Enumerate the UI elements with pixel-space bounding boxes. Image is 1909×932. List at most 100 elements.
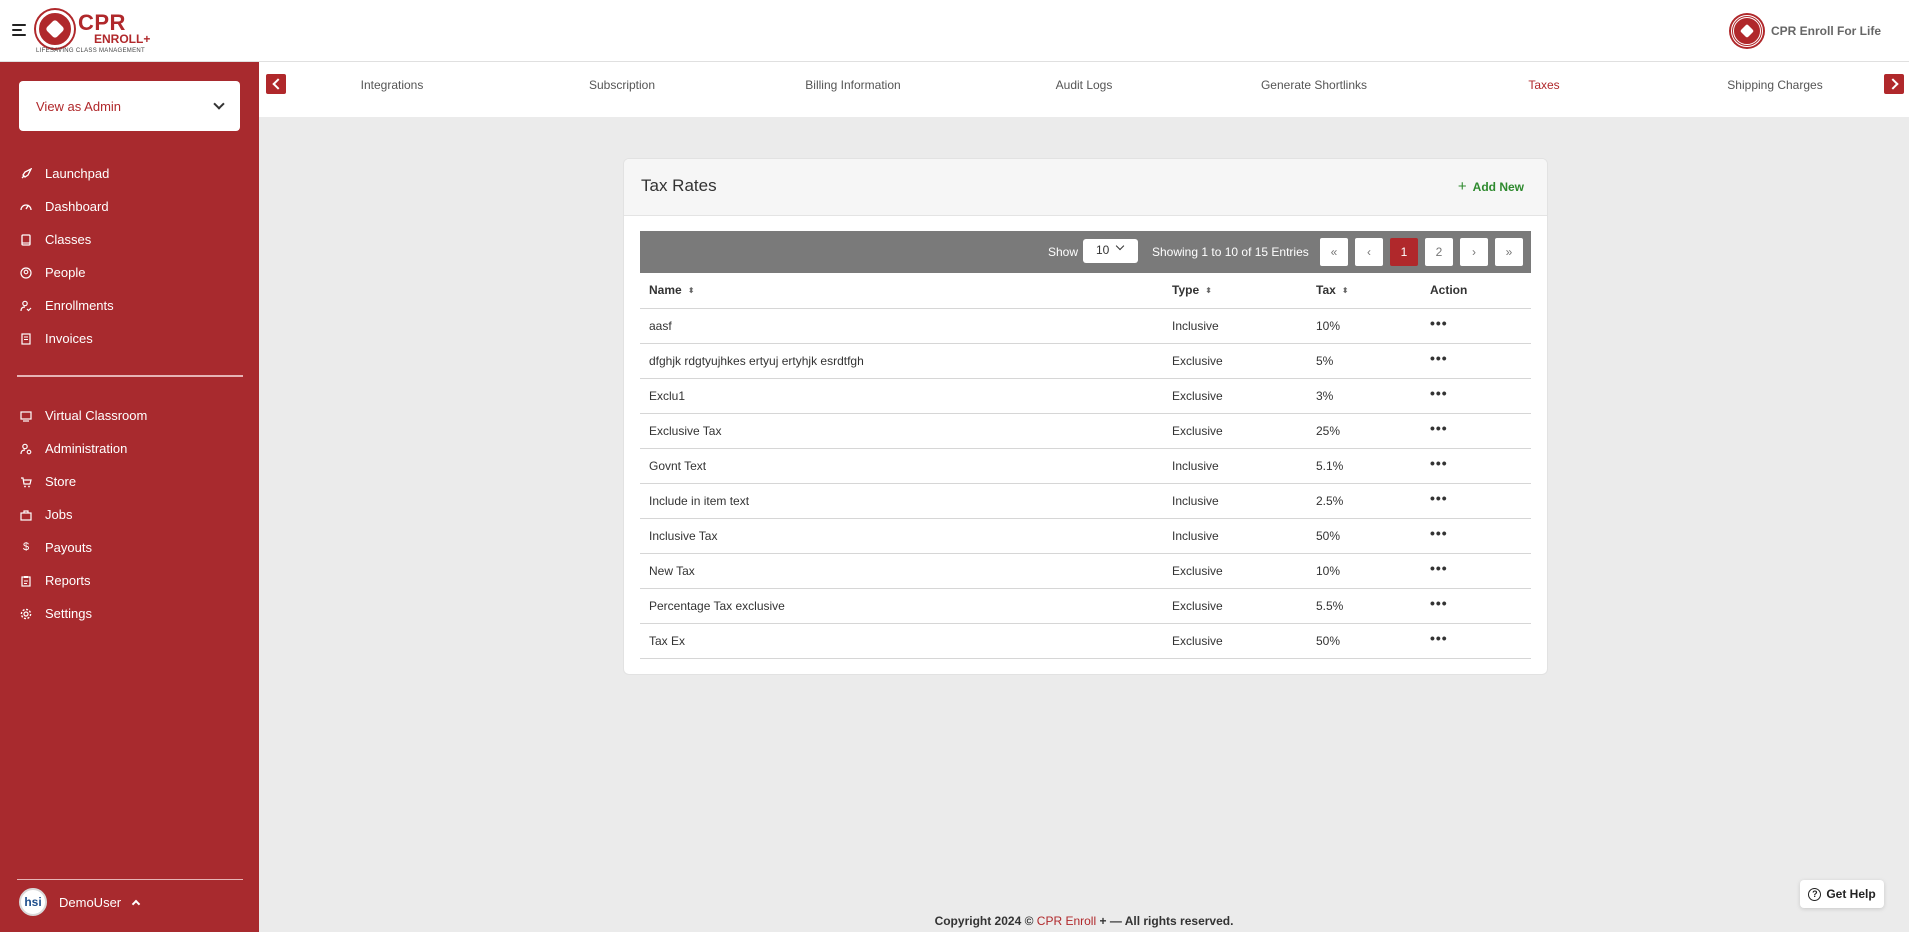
previous-page-button[interactable]: ‹ (1355, 238, 1383, 266)
cell-type: Exclusive (1163, 413, 1307, 449)
table-row: Percentage Tax exclusive Exclusive 5.5% … (640, 588, 1531, 624)
sidebar-item-enrollments[interactable]: Enrollments (0, 289, 259, 322)
sidebar-item-people[interactable]: People (0, 256, 259, 289)
book-icon (20, 233, 32, 246)
get-help-label: Get Help (1826, 887, 1876, 901)
sort-icon: ⬍ (1205, 286, 1212, 296)
user-menu[interactable]: hsi DemoUser (19, 888, 141, 916)
table-row: Govnt Text Inclusive 5.1% ••• (640, 448, 1531, 484)
tabs-scroll-right-button[interactable] (1884, 74, 1904, 94)
row-actions-button[interactable]: ••• (1430, 315, 1448, 331)
sidebar-item-label: Settings (45, 606, 92, 621)
row-actions-button[interactable]: ••• (1430, 385, 1448, 401)
page-size-select[interactable]: 10 (1083, 239, 1138, 263)
tab-audit-logs[interactable]: Audit Logs (1056, 78, 1113, 92)
admin-icon (20, 443, 32, 455)
pagination: « ‹ 1 2 › » (1320, 238, 1523, 266)
tabs-scroll-left-button[interactable] (266, 74, 286, 94)
avatar: hsi (19, 888, 47, 916)
column-label: Action (1430, 283, 1468, 298)
page-1-button[interactable]: 1 (1390, 238, 1418, 266)
cell-name: Tax Ex (640, 623, 1163, 659)
row-actions-button[interactable]: ••• (1430, 525, 1448, 541)
dollar-icon: $ (22, 541, 30, 553)
user-divider (17, 879, 243, 880)
brand-logo[interactable]: CPR ENROLL+ LIFESAVING CLASS MANAGEMENT (36, 8, 150, 56)
row-actions-button[interactable]: ••• (1430, 490, 1448, 506)
sidebar-item-label: Dashboard (45, 199, 109, 214)
footer-brand-link[interactable]: CPR Enroll (1037, 914, 1096, 928)
cell-type: Inclusive (1163, 308, 1307, 344)
cell-name: Exclu1 (640, 378, 1163, 414)
sidebar-item-label: Launchpad (45, 166, 110, 181)
menu-icon[interactable] (12, 24, 26, 36)
sidebar-item-label: Virtual Classroom (45, 408, 148, 423)
primary-nav: Launchpad Dashboard Classes People Enrol… (0, 157, 259, 355)
user-circle-icon (20, 266, 32, 279)
row-actions-button[interactable]: ••• (1430, 350, 1448, 366)
footer-copyright: Copyright 2024 © (934, 914, 1034, 928)
tab-integrations[interactable]: Integrations (361, 78, 424, 92)
view-as-select[interactable]: View as Admin (19, 81, 240, 131)
cell-type: Exclusive (1163, 343, 1307, 379)
sidebar-item-reports[interactable]: Reports (0, 564, 259, 597)
column-header-action: Action (1421, 273, 1531, 309)
tax-rates-table: Name ⬍ Type ⬍ Tax ⬍ Action aasf Inclusive 1… (640, 273, 1531, 659)
cell-name: aasf (640, 308, 1163, 344)
cell-type: Exclusive (1163, 553, 1307, 589)
last-page-button[interactable]: » (1495, 238, 1523, 266)
cell-name: Govnt Text (640, 448, 1163, 484)
tab-subscription[interactable]: Subscription (589, 78, 655, 92)
cell-name: Inclusive Tax (640, 518, 1163, 554)
top-header: CPR ENROLL+ LIFESAVING CLASS MANAGEMENT … (0, 0, 1909, 62)
table-row: dfghjk rdgtyujhkes ertyuj ertyhjk esrdtf… (640, 343, 1531, 379)
sidebar-item-jobs[interactable]: Jobs (0, 498, 259, 531)
sidebar-item-invoices[interactable]: Invoices (0, 322, 259, 355)
tab-shipping-charges[interactable]: Shipping Charges (1727, 78, 1822, 92)
column-header-type[interactable]: Type ⬍ (1163, 273, 1307, 309)
column-header-tax[interactable]: Tax ⬍ (1307, 273, 1421, 309)
row-actions-button[interactable]: ••• (1430, 595, 1448, 611)
tab-billing-information[interactable]: Billing Information (805, 78, 900, 92)
row-actions-button[interactable]: ••• (1430, 630, 1448, 646)
sidebar-item-label: Classes (45, 232, 92, 247)
sidebar-item-label: Administration (45, 441, 128, 456)
chevron-down-icon (213, 97, 225, 110)
sidebar-item-label: Jobs (45, 507, 73, 522)
table-row: Exclusive Tax Exclusive 25% ••• (640, 413, 1531, 449)
next-page-button[interactable]: › (1460, 238, 1488, 266)
tab-generate-shortlinks[interactable]: Generate Shortlinks (1261, 78, 1367, 92)
sidebar-item-dashboard[interactable]: Dashboard (0, 190, 259, 223)
sort-icon: ⬍ (1341, 286, 1349, 296)
cell-type: Exclusive (1163, 378, 1307, 414)
sidebar-item-label: Reports (45, 573, 91, 588)
tab-taxes[interactable]: Taxes (1528, 78, 1559, 92)
row-actions-button[interactable]: ••• (1430, 560, 1448, 576)
cart-icon (20, 476, 32, 488)
add-new-button[interactable]: + Add New (1458, 179, 1524, 194)
column-header-name[interactable]: Name ⬍ (640, 273, 1163, 309)
sidebar-item-settings[interactable]: Settings (0, 597, 259, 630)
gear-icon (20, 608, 32, 620)
sidebar-item-store[interactable]: Store (0, 465, 259, 498)
sidebar-item-classes[interactable]: Classes (0, 223, 259, 256)
sidebar-item-administration[interactable]: Administration (0, 432, 259, 465)
sidebar-item-virtual-classroom[interactable]: Virtual Classroom (0, 399, 259, 432)
row-actions-button[interactable]: ••• (1430, 455, 1448, 471)
organization-badge[interactable]: CPR Enroll For Life (1730, 14, 1881, 48)
cell-tax: 10% (1307, 308, 1421, 344)
row-actions-button[interactable]: ••• (1430, 420, 1448, 436)
page-2-button[interactable]: 2 (1425, 238, 1453, 266)
first-page-button[interactable]: « (1320, 238, 1348, 266)
get-help-button[interactable]: ? Get Help (1800, 880, 1884, 908)
sidebar-item-launchpad[interactable]: Launchpad (0, 157, 259, 190)
rocket-icon (20, 167, 32, 180)
cell-tax: 5.5% (1307, 588, 1421, 624)
question-icon: ? (1808, 887, 1822, 901)
cell-type: Exclusive (1163, 588, 1307, 624)
secondary-nav: Virtual Classroom Administration Store J… (0, 399, 259, 630)
gauge-icon (20, 201, 32, 213)
column-label: Name (649, 283, 682, 298)
entries-info: Showing 1 to 10 of 15 Entries (1152, 245, 1309, 259)
sidebar-item-payouts[interactable]: $ Payouts (0, 531, 259, 564)
